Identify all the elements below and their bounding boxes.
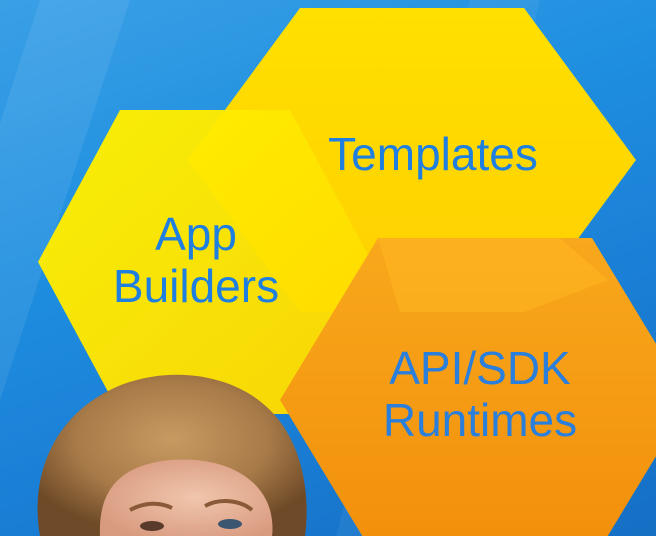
app-builders-line1: App xyxy=(155,208,237,260)
app-builders-label: App Builders xyxy=(96,208,296,312)
presenter-photo xyxy=(37,374,307,536)
templates-text: Templates xyxy=(328,128,538,180)
slide-canvas: Templates App Builders API/SDK Runtimes xyxy=(0,0,656,536)
app-builders-line2: Builders xyxy=(112,260,280,312)
api-sdk-line1: API/SDK xyxy=(389,342,571,394)
api-sdk-label: API/SDK Runtimes xyxy=(360,342,600,446)
templates-label: Templates xyxy=(298,128,568,180)
api-sdk-line2: Runtimes xyxy=(382,394,578,446)
